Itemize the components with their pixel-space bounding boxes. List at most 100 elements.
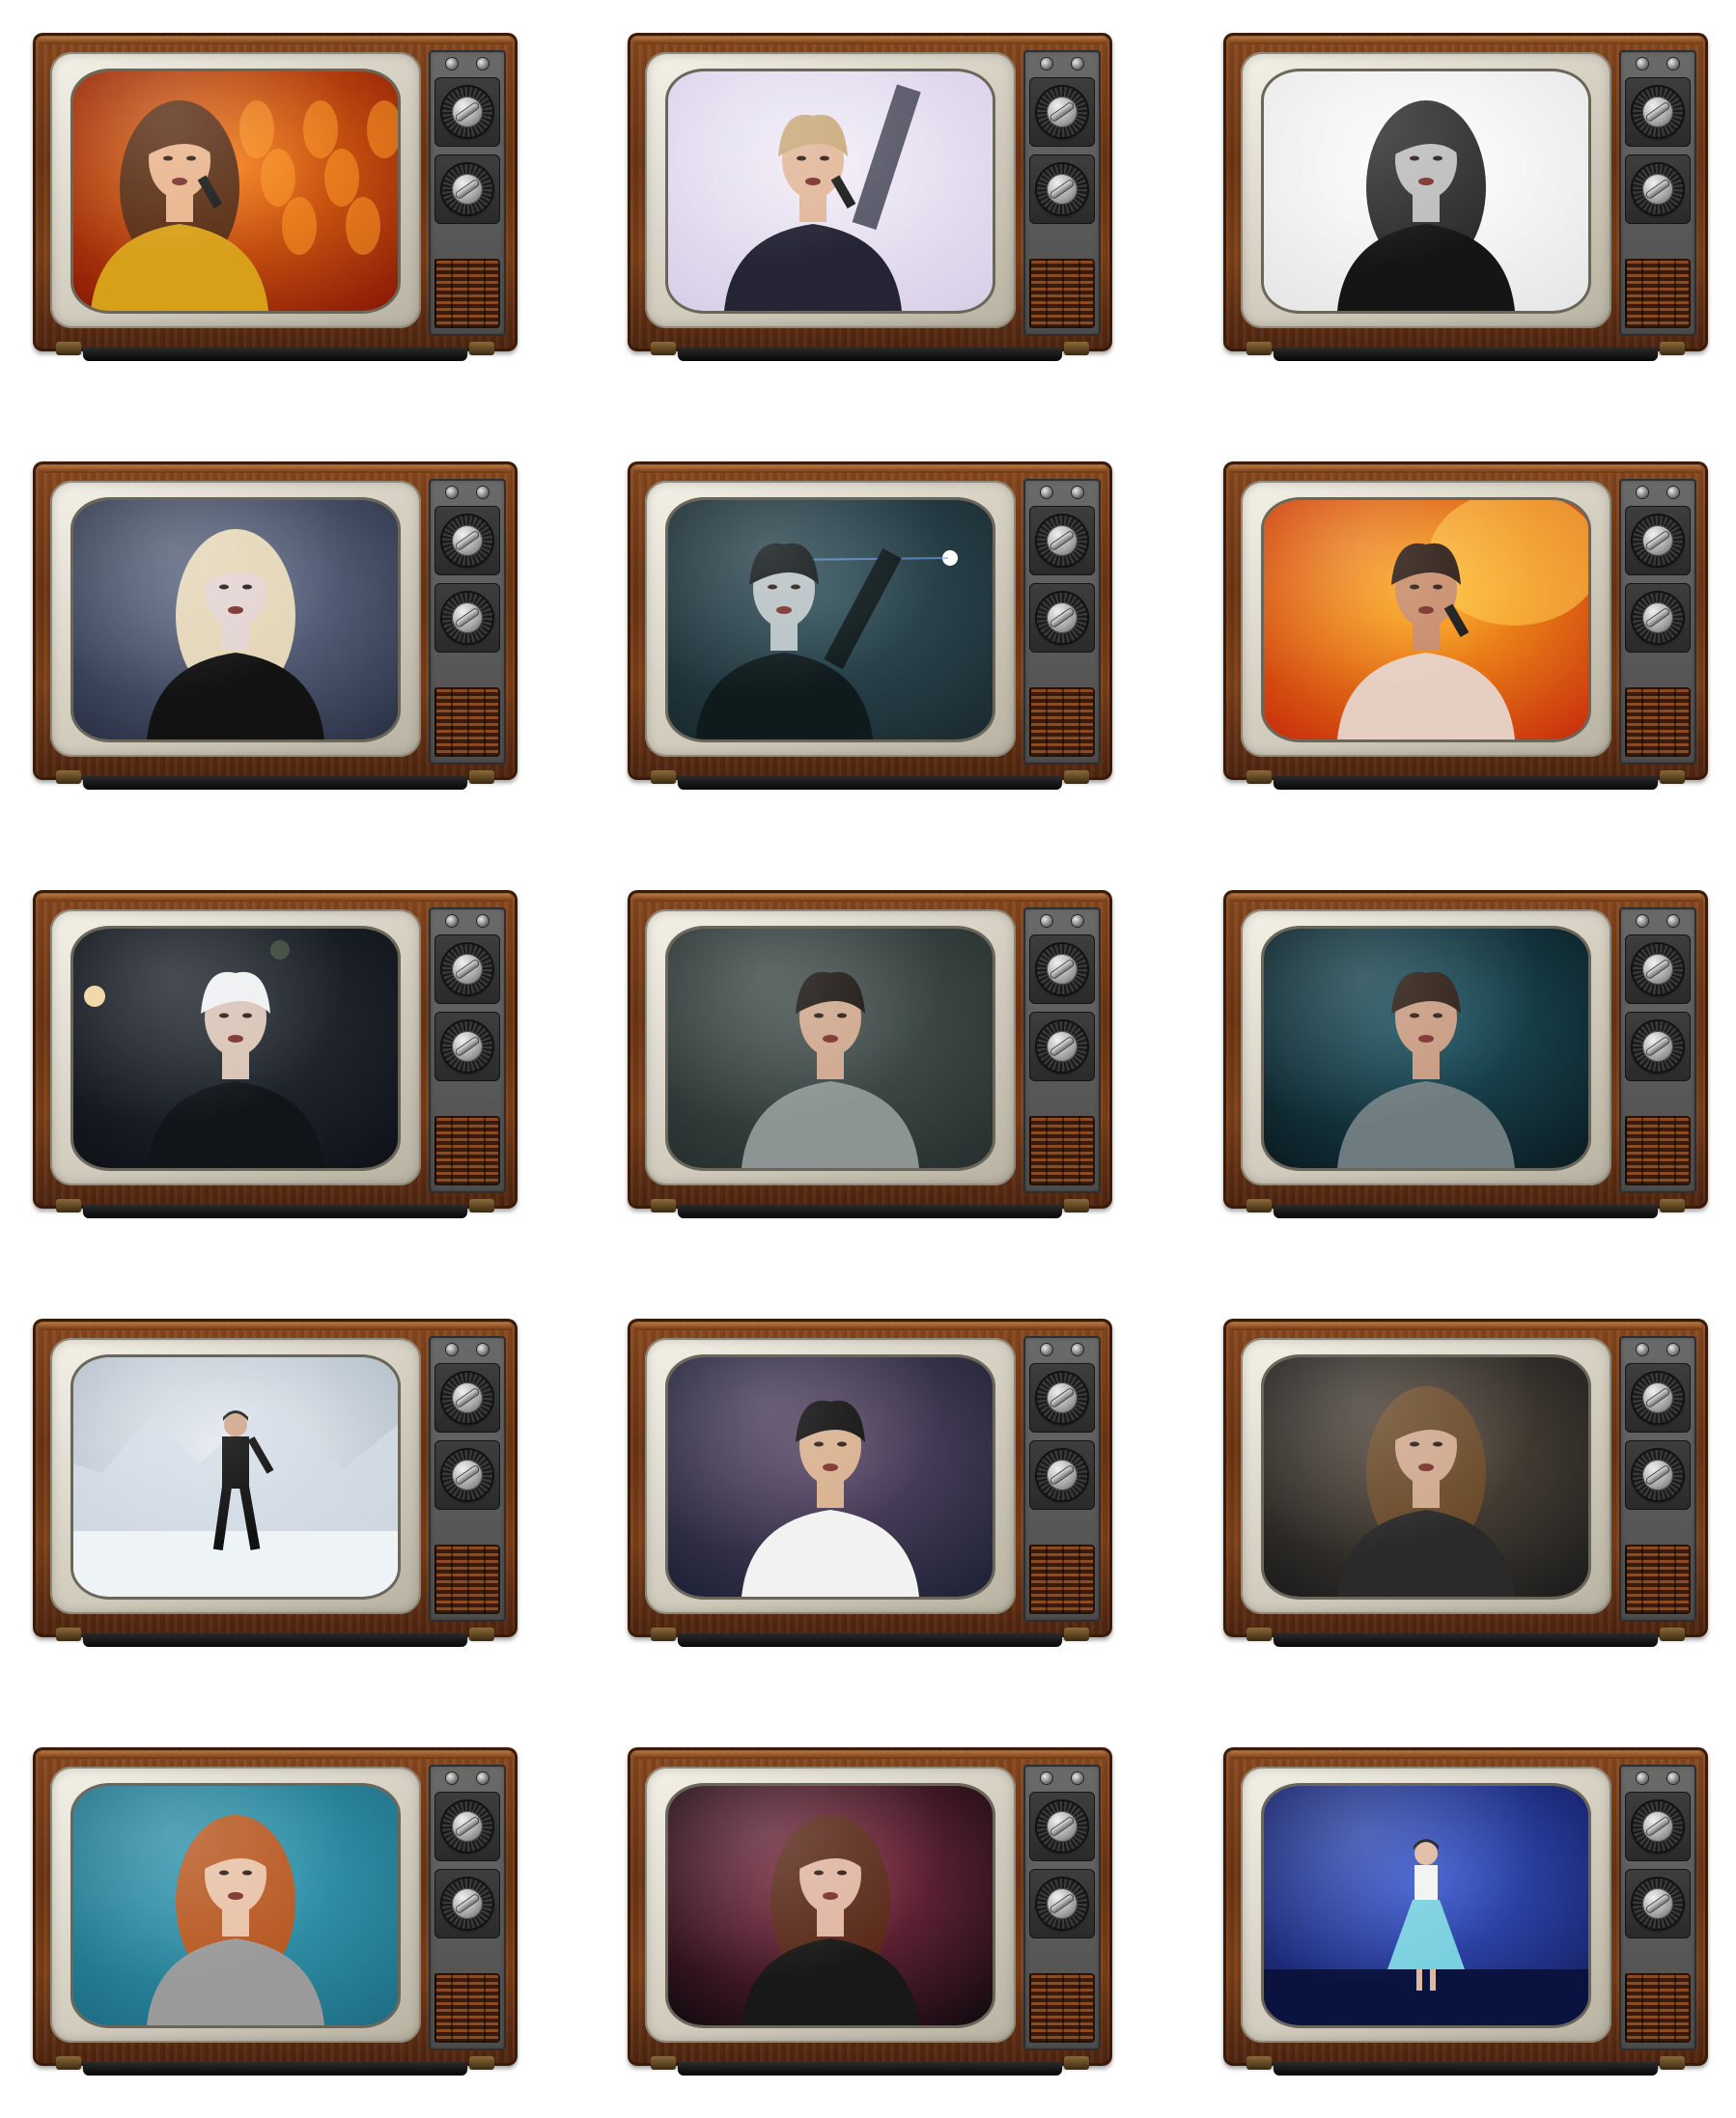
- tv-screen[interactable]: [668, 500, 993, 739]
- tv-set: [33, 1747, 518, 2079]
- tv-set: [628, 1319, 1112, 1651]
- volume-dial[interactable]: [1633, 1021, 1683, 1072]
- volume-dial[interactable]: [1037, 593, 1087, 643]
- dial-knob-icon: [1642, 1031, 1673, 1062]
- volume-dial[interactable]: [1633, 593, 1683, 643]
- speaker-grille: [1029, 1545, 1095, 1614]
- tv-set: [628, 461, 1112, 794]
- volume-dial-housing: [1625, 154, 1691, 224]
- dial-knob-icon: [452, 1382, 483, 1413]
- volume-dial-housing: [434, 583, 500, 653]
- tv-screen[interactable]: [1264, 929, 1588, 1168]
- tv-screen[interactable]: [73, 500, 398, 739]
- volume-dial[interactable]: [442, 593, 492, 643]
- dial-knob-icon: [452, 1811, 483, 1842]
- speaker-grille: [434, 1545, 500, 1614]
- tv-screen[interactable]: [1264, 1786, 1588, 2025]
- screw-icon: [477, 915, 489, 927]
- speaker-grille: [434, 1973, 500, 2043]
- tv-top-trim: [39, 1751, 512, 1759]
- screen-glare: [668, 1357, 993, 1597]
- volume-dial[interactable]: [442, 1021, 492, 1072]
- tv-set: [33, 33, 518, 365]
- dial-knob-icon: [1047, 1811, 1078, 1842]
- dial-knob-icon: [1642, 97, 1673, 127]
- channel-dial[interactable]: [1037, 944, 1087, 994]
- channel-dial[interactable]: [1633, 944, 1683, 994]
- volume-dial[interactable]: [1633, 1879, 1683, 1929]
- tv-base: [1246, 342, 1685, 361]
- channel-dial[interactable]: [442, 87, 492, 137]
- tv-base: [651, 1628, 1089, 1647]
- volume-dial-housing: [1625, 1440, 1691, 1510]
- channel-dial[interactable]: [442, 1373, 492, 1423]
- channel-dial[interactable]: [1633, 1801, 1683, 1852]
- tv-base: [651, 2056, 1089, 2076]
- channel-dial[interactable]: [1633, 87, 1683, 137]
- tv-screen[interactable]: [668, 929, 993, 1168]
- channel-dial[interactable]: [442, 516, 492, 566]
- dial-knob-icon: [1642, 1811, 1673, 1842]
- tv-screen[interactable]: [73, 1786, 398, 2025]
- tv-screen[interactable]: [73, 71, 398, 311]
- volume-dial[interactable]: [1037, 1879, 1087, 1929]
- volume-dial[interactable]: [442, 164, 492, 214]
- channel-dial[interactable]: [442, 944, 492, 994]
- tv-set: [1223, 461, 1708, 794]
- screen-glare: [73, 500, 398, 739]
- screw-icon: [1637, 1344, 1648, 1355]
- channel-dial[interactable]: [1633, 1373, 1683, 1423]
- tv-set: [33, 890, 518, 1222]
- speaker-grille: [434, 687, 500, 757]
- channel-dial-housing: [1625, 1792, 1691, 1861]
- tv-screen[interactable]: [668, 71, 993, 311]
- speaker-grille: [1625, 259, 1691, 328]
- screen-glare: [73, 1786, 398, 2025]
- dial-knob-icon: [1047, 1382, 1078, 1413]
- volume-dial[interactable]: [1633, 1450, 1683, 1500]
- channel-dial[interactable]: [1037, 1801, 1087, 1852]
- channel-dial[interactable]: [1037, 1373, 1087, 1423]
- control-panel: [1023, 1336, 1101, 1622]
- tv-set: [1223, 890, 1708, 1222]
- tv-base: [56, 1199, 494, 1218]
- channel-dial[interactable]: [1633, 516, 1683, 566]
- volume-dial-housing: [1625, 1012, 1691, 1081]
- tv-screen[interactable]: [73, 1357, 398, 1597]
- tv-screen[interactable]: [1264, 500, 1588, 739]
- volume-dial[interactable]: [1037, 1021, 1087, 1072]
- channel-dial[interactable]: [1037, 87, 1087, 137]
- volume-dial-housing: [1029, 154, 1095, 224]
- tv-screen[interactable]: [1264, 71, 1588, 311]
- screw-icon: [446, 1772, 458, 1784]
- channel-dial[interactable]: [1037, 516, 1087, 566]
- screw-icon: [1041, 1772, 1052, 1784]
- volume-dial[interactable]: [442, 1450, 492, 1500]
- tv-screen[interactable]: [668, 1786, 993, 2025]
- dial-knob-icon: [1642, 525, 1673, 556]
- screw-icon: [1072, 487, 1083, 498]
- screw-icon: [1637, 58, 1648, 70]
- speaker-grille: [1625, 1545, 1691, 1614]
- speaker-grille: [1625, 687, 1691, 757]
- tv-screen[interactable]: [1264, 1357, 1588, 1597]
- dial-knob-icon: [1642, 1460, 1673, 1491]
- screen-glare: [668, 929, 993, 1168]
- tv-set: [1223, 1747, 1708, 2079]
- volume-dial[interactable]: [1037, 1450, 1087, 1500]
- tv-set: [628, 890, 1112, 1222]
- channel-dial[interactable]: [442, 1801, 492, 1852]
- screen-glare: [668, 1786, 993, 2025]
- screw-icon: [1041, 915, 1052, 927]
- screw-icon: [477, 1344, 489, 1355]
- volume-dial[interactable]: [1633, 164, 1683, 214]
- tv-screen[interactable]: [668, 1357, 993, 1597]
- channel-dial-housing: [1029, 1363, 1095, 1433]
- volume-dial-housing: [434, 1869, 500, 1938]
- volume-dial[interactable]: [1037, 164, 1087, 214]
- volume-dial[interactable]: [442, 1879, 492, 1929]
- channel-dial-housing: [434, 934, 500, 1004]
- speaker-grille: [434, 1116, 500, 1185]
- tv-screen[interactable]: [73, 929, 398, 1168]
- tv-top-trim: [633, 465, 1106, 473]
